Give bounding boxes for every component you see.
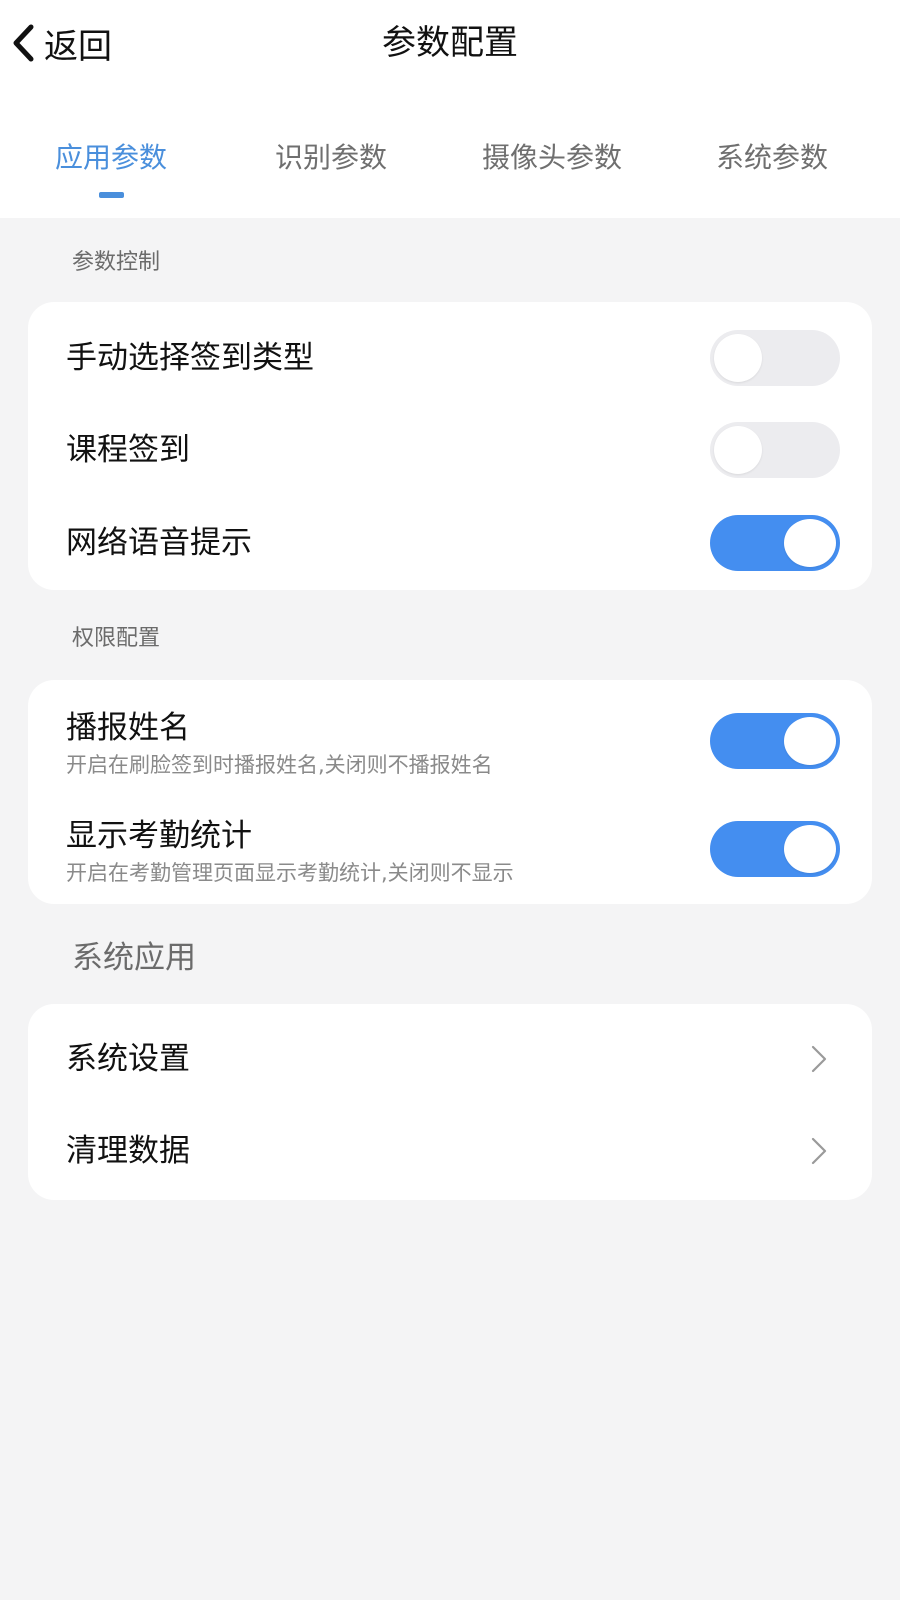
- toggle-knob: [714, 334, 762, 382]
- setting-label: 课程签到: [66, 432, 190, 468]
- setting-description: 开启在刷脸签到时播报姓名,关闭则不播报姓名: [66, 753, 493, 777]
- tab-camera-params[interactable]: 摄像头参数: [474, 128, 630, 188]
- setting-description: 开启在考勤管理页面显示考勤统计,关闭则不显示: [66, 861, 514, 885]
- system-apps-card: 系统设置 清理数据: [28, 1004, 872, 1200]
- section-title-permission: 权限配置: [72, 626, 161, 651]
- setting-row-manual-checkin-type: 手动选择签到类型: [28, 318, 872, 398]
- setting-row-course-checkin: 课程签到: [28, 410, 872, 490]
- param-control-card: 手动选择签到类型 课程签到 网络语音提示: [28, 302, 872, 590]
- section-title-param-control: 参数控制: [72, 250, 161, 275]
- permission-card: 播报姓名 开启在刷脸签到时播报姓名,关闭则不播报姓名 显示考勤统计 开启在考勤管…: [28, 680, 872, 904]
- setting-label: 网络语音提示: [66, 525, 252, 561]
- menu-row-system-settings[interactable]: 系统设置: [28, 1016, 872, 1102]
- page-title: 参数配置: [382, 23, 518, 63]
- setting-row-attendance-stats: 显示考勤统计 开启在考勤管理页面显示考勤统计,关闭则不显示: [28, 810, 872, 900]
- setting-label: 播报姓名: [66, 710, 190, 746]
- toggle-knob: [714, 426, 762, 474]
- chevron-right-icon: [810, 1136, 828, 1166]
- tab-recognition-params[interactable]: 识别参数: [270, 128, 392, 188]
- menu-row-clear-data[interactable]: 清理数据: [28, 1108, 872, 1194]
- network-voice-toggle[interactable]: [710, 515, 840, 571]
- chevron-right-icon: [810, 1044, 828, 1074]
- setting-label: 手动选择签到类型: [66, 340, 314, 376]
- attendance-stats-toggle[interactable]: [710, 821, 840, 877]
- setting-row-network-voice: 网络语音提示: [28, 503, 872, 583]
- announce-name-toggle[interactable]: [710, 713, 840, 769]
- tab-system-params[interactable]: 系统参数: [710, 128, 834, 188]
- toggle-knob: [784, 717, 836, 765]
- tab-app-params[interactable]: 应用参数: [50, 128, 172, 188]
- setting-row-announce-name: 播报姓名 开启在刷脸签到时播报姓名,关闭则不播报姓名: [28, 702, 872, 792]
- menu-label: 清理数据: [66, 1133, 190, 1169]
- manual-checkin-type-toggle[interactable]: [710, 330, 840, 386]
- course-checkin-toggle[interactable]: [710, 422, 840, 478]
- toggle-knob: [784, 519, 836, 567]
- section-title-system-apps: 系统应用: [72, 940, 196, 976]
- setting-label: 显示考勤统计: [66, 818, 252, 854]
- active-tab-indicator: [99, 192, 124, 198]
- top-bar: 返回 参数配置 应用参数 识别参数 摄像头参数 系统参数: [0, 0, 900, 218]
- tab-bar: 应用参数 识别参数 摄像头参数 系统参数: [0, 128, 900, 208]
- menu-label: 系统设置: [66, 1041, 190, 1077]
- toggle-knob: [784, 825, 836, 873]
